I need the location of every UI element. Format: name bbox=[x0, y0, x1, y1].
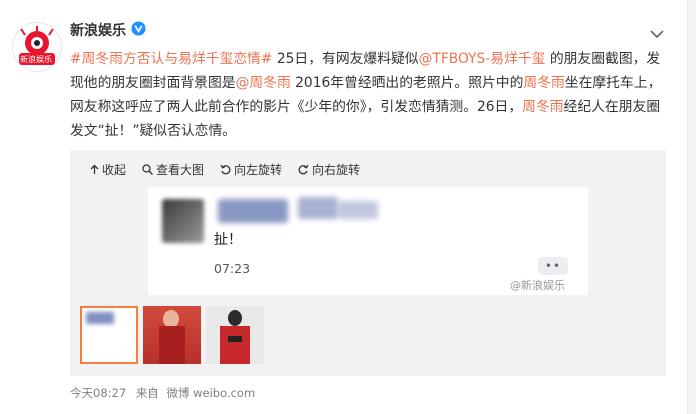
chat-message: 扯！ bbox=[214, 232, 242, 248]
post-content: #周冬雨方否认与易烊千玺恋情# 25日，有网友爆料疑似@TFBOYS-易烊千玺 … bbox=[70, 47, 662, 143]
mention-link[interactable]: @周冬雨 bbox=[236, 75, 291, 91]
blurred-name bbox=[338, 201, 378, 219]
rotate-left-icon bbox=[220, 164, 231, 175]
account-avatar[interactable]: 新浪娱乐 bbox=[12, 22, 62, 72]
verified-icon bbox=[131, 20, 146, 40]
post-text: 25日，有网友爆料疑似 bbox=[272, 51, 419, 67]
collapse-label: 收起 bbox=[102, 163, 127, 177]
account-name-row: 新浪娱乐 bbox=[70, 20, 146, 40]
thumbnail-3[interactable] bbox=[206, 306, 264, 364]
rotate-right-button[interactable]: 向右旋转 bbox=[298, 161, 360, 178]
rotate-right-label: 向右旋转 bbox=[312, 163, 361, 177]
scrollbar[interactable] bbox=[687, 0, 696, 414]
post-footer: 今天08:27 来自 微博 weibo.com bbox=[70, 385, 255, 401]
thumbnail-2[interactable] bbox=[143, 306, 201, 364]
blurred-name bbox=[218, 199, 288, 223]
view-large-label: 查看大图 bbox=[156, 163, 205, 177]
collapse-button[interactable]: 收起 bbox=[90, 161, 126, 178]
logo-text: 新浪娱乐 bbox=[20, 55, 52, 64]
rotate-right-icon bbox=[298, 164, 309, 175]
name-link[interactable]: 周冬雨 bbox=[522, 99, 563, 115]
rotate-left-label: 向左旋转 bbox=[234, 163, 283, 177]
arrow-up-icon bbox=[90, 164, 99, 174]
account-name[interactable]: 新浪娱乐 bbox=[70, 20, 126, 40]
name-link[interactable]: 周冬雨 bbox=[523, 75, 564, 91]
blurred-avatar bbox=[162, 199, 204, 243]
source-link[interactable]: 微博 weibo.com bbox=[166, 386, 255, 400]
view-large-button[interactable]: 查看大图 bbox=[142, 161, 204, 178]
post-time[interactable]: 今天08:27 bbox=[70, 386, 126, 400]
rotate-left-button[interactable]: 向左旋转 bbox=[220, 161, 282, 178]
image-toolbar: 收起 查看大图 向左旋转 向右旋转 bbox=[90, 161, 360, 178]
media-panel: 收起 查看大图 向左旋转 向右旋转 扯！ 07:23 •• @新浪娱乐 bbox=[70, 150, 666, 376]
more-icon: •• bbox=[538, 257, 568, 275]
source-prefix: 来自 bbox=[135, 386, 159, 400]
watermark: @新浪娱乐 bbox=[510, 279, 565, 292]
thumbnail-1[interactable] bbox=[80, 306, 138, 364]
mention-link[interactable]: @TFBOYS-易烊千玺 bbox=[419, 51, 546, 67]
thumbnail-strip bbox=[80, 306, 264, 364]
search-icon bbox=[142, 164, 153, 175]
chevron-down-icon[interactable] bbox=[650, 24, 664, 43]
post-text: 2016年曾经晒出的老照片。照片中的 bbox=[290, 75, 524, 91]
blurred-name bbox=[298, 197, 338, 219]
topic-link[interactable]: #周冬雨方否认与易烊千玺恋情# bbox=[70, 51, 272, 67]
chat-time: 07:23 bbox=[214, 261, 251, 276]
